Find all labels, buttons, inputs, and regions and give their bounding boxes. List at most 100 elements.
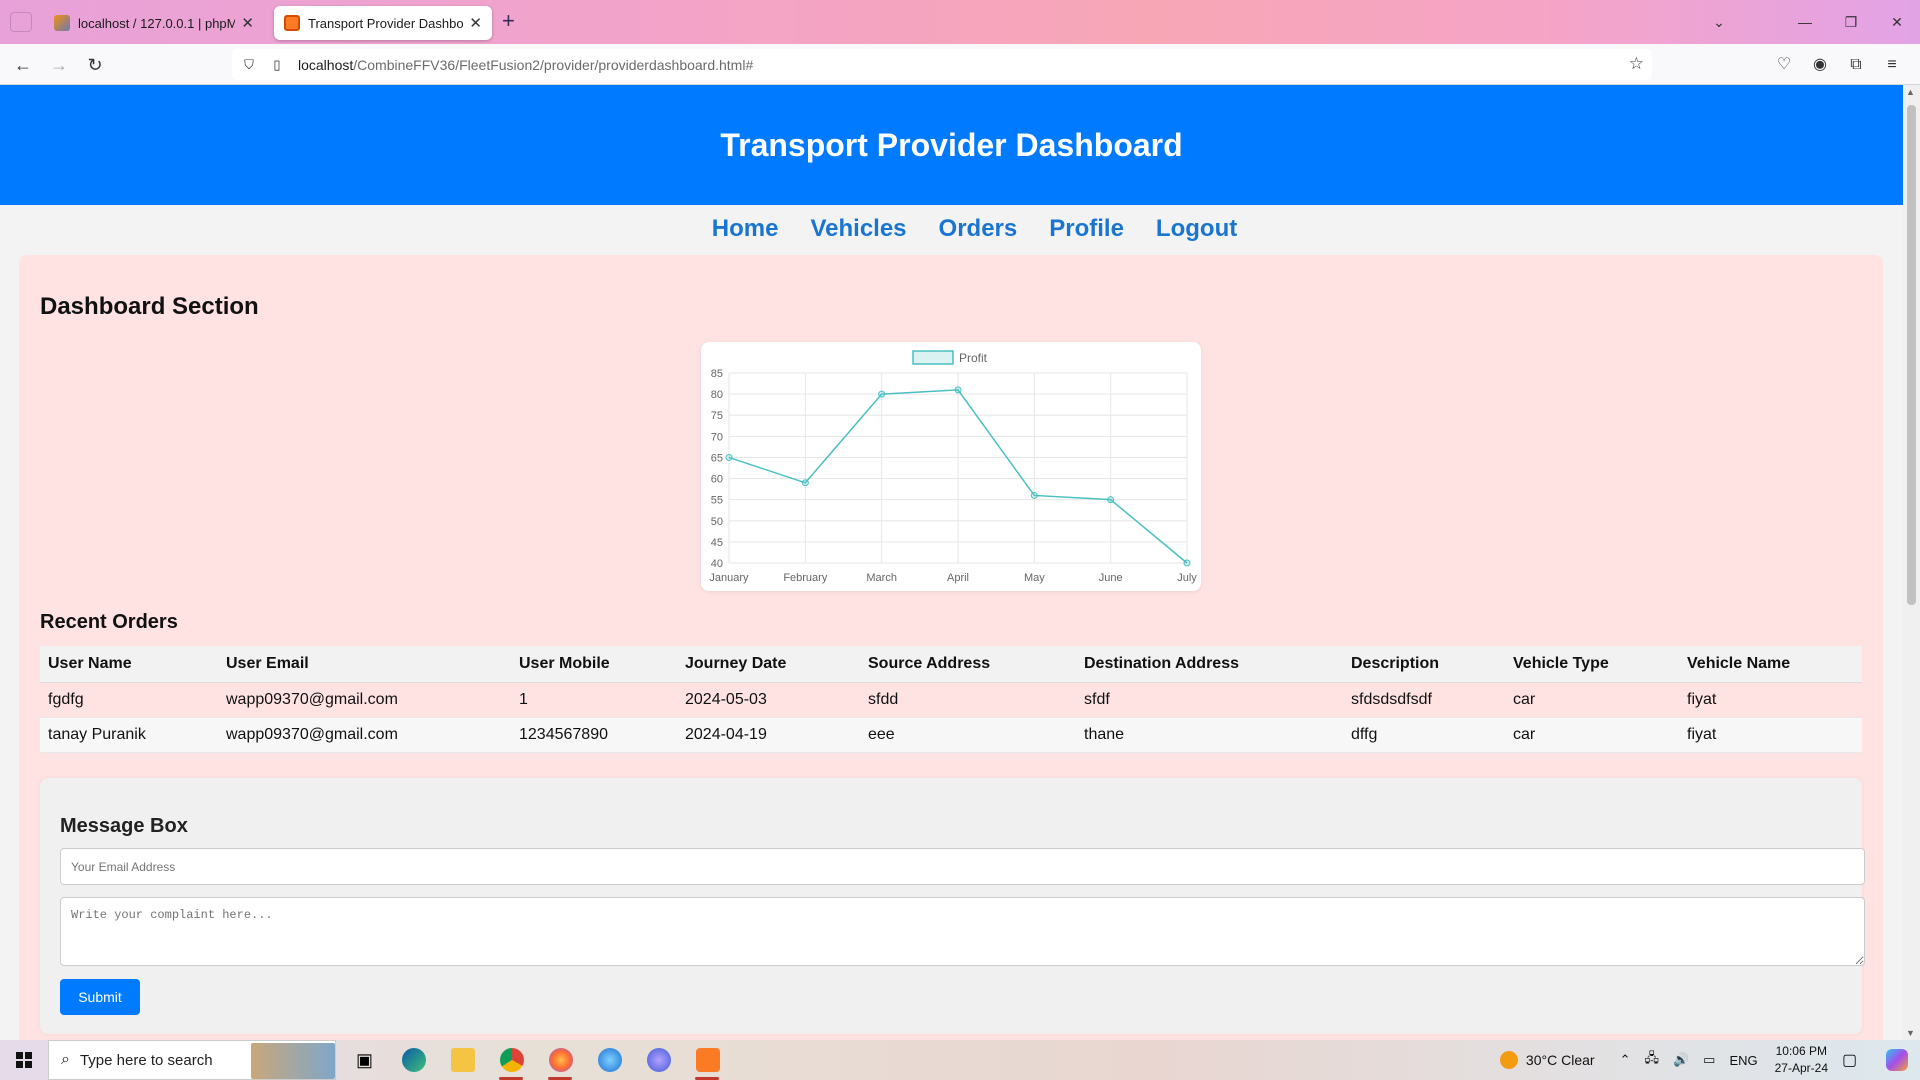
table-cell: dffg: [1343, 717, 1505, 753]
notifications-icon[interactable]: ▢: [1842, 1050, 1870, 1070]
table-cell: fgdfg: [40, 682, 218, 718]
search-icon: ⌕: [61, 1051, 70, 1068]
start-button[interactable]: [0, 1040, 48, 1080]
tab-label: localhost / 127.0.0.1 | phpMyAd: [78, 15, 236, 31]
scroll-thumb[interactable]: [1907, 105, 1916, 605]
table-header-row: User Name User Email User Mobile Journey…: [40, 646, 1862, 683]
account-icon[interactable]: ◉: [1802, 52, 1838, 78]
phpmyadmin-favicon-icon: [54, 15, 70, 31]
volume-icon[interactable]: 🔊: [1673, 1052, 1689, 1068]
table-cell: wapp09370@gmail.com: [218, 682, 511, 718]
network-icon[interactable]: 🖧: [1644, 1049, 1659, 1071]
minimize-icon[interactable]: —: [1782, 14, 1828, 30]
recent-orders-title: Recent Orders: [40, 611, 178, 633]
close-tab-icon[interactable]: ✕: [241, 14, 254, 32]
windows-taskbar: ⌕ Type here to search ▣ 30°C Clear ⌃ 🖧 🔊…: [0, 1040, 1920, 1080]
copilot-icon[interactable]: [1886, 1049, 1908, 1071]
workspace-icon[interactable]: [10, 12, 32, 32]
firefox-nightly-icon[interactable]: [634, 1040, 683, 1080]
firefox-dev-icon[interactable]: [585, 1040, 634, 1080]
shield-icon[interactable]: ⛉: [238, 57, 260, 73]
y-tick-label: 50: [711, 516, 723, 528]
weather-text: 30°C Clear: [1525, 1052, 1595, 1068]
table-cell: fiyat: [1679, 682, 1862, 718]
menu-hamburger-icon[interactable]: ≡: [1874, 52, 1910, 78]
column-header: Source Address: [860, 646, 1076, 683]
restore-icon[interactable]: ❐: [1828, 14, 1874, 31]
email-input[interactable]: [60, 848, 1865, 885]
column-header: User Email: [218, 646, 511, 683]
close-tab-icon[interactable]: ✕: [469, 14, 482, 32]
profit-chart-card: 85 80 75 70 65 60 55 50 45 40 January February March…: [701, 342, 1201, 591]
system-clock[interactable]: 10:06 PM 27-Apr-24: [1775, 1043, 1828, 1077]
y-tick-label: 55: [711, 495, 723, 507]
firefox-browser-icon[interactable]: [536, 1040, 585, 1080]
scroll-up-arrow-icon[interactable]: ▲: [1906, 87, 1915, 97]
table-cell: sfdf: [1076, 682, 1343, 718]
table-cell: tanay Puranik: [40, 717, 218, 753]
nav-orders-link[interactable]: Orders: [939, 215, 1018, 243]
table-cell: thane: [1076, 717, 1343, 753]
task-view-icon[interactable]: ▣: [340, 1040, 389, 1080]
x-tick-label: February: [783, 572, 828, 584]
x-tick-label: March: [866, 572, 897, 584]
battery-icon[interactable]: ▭: [1703, 1052, 1715, 1068]
data-point: [954, 386, 962, 394]
x-tick-label: April: [947, 572, 969, 584]
data-point: [878, 390, 886, 398]
y-tick-label: 70: [711, 431, 723, 443]
column-header: Vehicle Name: [1679, 646, 1862, 683]
page-icon[interactable]: ▯: [266, 57, 288, 73]
complaint-textarea[interactable]: [60, 897, 1865, 966]
xampp-control-icon[interactable]: [683, 1040, 732, 1080]
y-tick-label: 60: [711, 474, 723, 486]
weather-widget[interactable]: 30°C Clear: [1499, 1051, 1595, 1069]
close-window-icon[interactable]: ✕: [1874, 14, 1920, 31]
table-cell: sfdsdsdfsdf: [1343, 682, 1505, 718]
page-title: Transport Provider Dashboard: [720, 126, 1183, 163]
browser-nav-bar: ← → ↻ ⛉ ▯ localhost/CombineFFV36/FleetFu…: [0, 44, 1920, 85]
bookmark-star-icon[interactable]: ☆: [1629, 54, 1644, 74]
legend-swatch: [912, 350, 954, 365]
nav-home-link[interactable]: Home: [712, 215, 779, 243]
recent-orders-table: User Name User Email User Mobile Journey…: [40, 646, 1862, 753]
edge-browser-icon[interactable]: [389, 1040, 438, 1080]
show-hidden-icons-chevron-icon[interactable]: ⌃: [1620, 1052, 1631, 1068]
back-arrow-icon[interactable]: ←: [10, 52, 36, 78]
url-host: localhost: [298, 56, 354, 73]
file-explorer-icon[interactable]: [438, 1040, 487, 1080]
nav-logout-link[interactable]: Logout: [1156, 215, 1237, 243]
taskbar-search-box[interactable]: ⌕ Type here to search: [48, 1040, 336, 1080]
table-cell: 2024-05-03: [677, 682, 860, 718]
language-indicator[interactable]: ENG: [1729, 1053, 1757, 1068]
url-path: /CombineFFV36/FleetFusion2/provider/prov…: [353, 56, 754, 73]
submit-button[interactable]: Submit: [60, 979, 140, 1015]
data-point: [1107, 496, 1115, 504]
forward-arrow-icon[interactable]: →: [46, 52, 72, 78]
data-point: [801, 479, 809, 487]
nav-profile-link[interactable]: Profile: [1049, 215, 1124, 243]
tab-phpmyadmin[interactable]: localhost / 127.0.0.1 | phpMyAd ✕: [44, 6, 264, 40]
page-viewport: Transport Provider Dashboard Home Vehicl…: [0, 85, 1903, 1040]
message-box: Message Box Submit: [40, 778, 1865, 1034]
y-tick-label: 40: [711, 558, 723, 570]
column-header: Destination Address: [1076, 646, 1343, 683]
clock-date: 27-Apr-24: [1774, 1061, 1828, 1075]
table-cell: sfdd: [860, 682, 1076, 718]
y-tick-label: 65: [711, 452, 723, 464]
chrome-browser-icon[interactable]: [487, 1040, 536, 1080]
weather-sun-icon: [1499, 1051, 1518, 1069]
new-tab-plus-icon[interactable]: +: [502, 8, 515, 34]
pocket-icon[interactable]: ♡: [1766, 52, 1802, 78]
system-tray: 30°C Clear ⌃ 🖧 🔊 ▭ ENG 10:06 PM 27-Apr-2…: [1499, 1040, 1920, 1080]
url-bar[interactable]: ⛉ ▯ localhost/CombineFFV36/FleetFusion2/…: [232, 49, 1652, 80]
nav-vehicles-link[interactable]: Vehicles: [810, 215, 906, 243]
scroll-down-arrow-icon[interactable]: ▼: [1906, 1028, 1915, 1038]
tab-list-chevron-icon[interactable]: ⌄: [1696, 14, 1742, 31]
page-scrollbar[interactable]: ▲ ▼: [1903, 85, 1920, 1040]
tab-dashboard[interactable]: Transport Provider Dashboard ✕: [274, 6, 492, 40]
reload-icon[interactable]: ↻: [82, 52, 108, 78]
table-cell: 1: [511, 682, 677, 718]
extensions-icon[interactable]: ⧉: [1838, 52, 1874, 78]
search-highlight-image: [251, 1043, 335, 1079]
